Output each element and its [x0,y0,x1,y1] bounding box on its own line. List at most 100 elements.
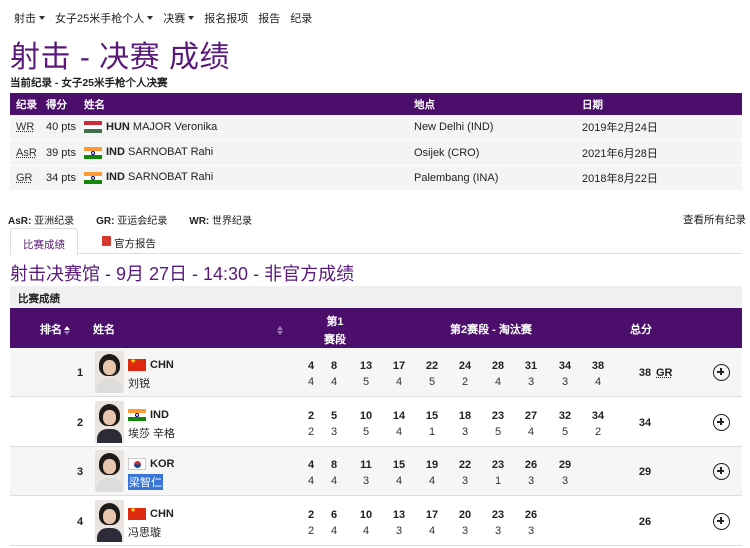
result-noc: CHN [128,359,174,372]
flag-ind-icon [128,409,146,422]
see-all-records-link[interactable]: 查看所有纪录 [683,212,746,227]
header-name-sort[interactable] [275,324,283,336]
flag-ind-icon [84,146,102,159]
cumulative-score: 13 [392,509,406,521]
tab-results[interactable]: 比赛成绩 [10,228,78,256]
flag-chn-icon [128,508,146,521]
series-score: 4 [494,376,502,388]
cumulative-score: 15 [425,410,439,422]
series-score: 3 [527,525,535,537]
expand-plus-icon[interactable] [713,414,730,431]
record-score: 39 pts [46,146,76,159]
result-athlete-name[interactable]: 冯思璇 [128,524,161,540]
nav-item-entries[interactable]: 报名报项 [204,10,248,26]
result-athlete-name[interactable]: 埃莎 辛格 [128,425,175,441]
cumulative-score: 22 [425,360,439,372]
series-score: 4 [428,475,436,487]
cumulative-score: 29 [558,459,572,471]
record-type[interactable]: AsR [16,147,37,159]
cumulative-score: 15 [392,459,406,471]
record-place: New Delhi (IND) [414,121,494,134]
records-header-row: 纪录 得分 姓名 地点 日期 [10,93,742,115]
series-score: 3 [561,376,569,388]
series-score: 3 [527,376,535,388]
cumulative-score: 26 [524,459,538,471]
sort-icon [277,325,283,335]
cumulative-score: 23 [491,410,505,422]
cumulative-score: 2 [307,509,315,521]
series-score: 4 [594,376,602,388]
series-score: 1 [494,475,502,487]
record-date: 2021年6月28日 [582,147,658,160]
series-score: 3 [461,426,469,438]
athlete-photo [95,450,124,492]
series-score: 4 [330,376,338,388]
cumulative-score: 13 [359,360,373,372]
expand-plus-icon[interactable] [713,364,730,381]
record-score: 40 pts [46,121,76,134]
expand-plus-icon[interactable] [713,513,730,530]
cumulative-score: 18 [458,410,472,422]
result-tabs: 比赛成绩 官方报告 [10,228,742,256]
cumulative-score: 31 [524,360,538,372]
record-type[interactable]: WR [16,121,34,133]
cumulative-score: 8 [330,459,338,471]
records-header-score: 得分 [46,98,67,111]
result-athlete-name[interactable]: 刘锐 [128,375,150,391]
nav-item-phase[interactable]: 决赛 [163,10,195,26]
result-row: 2 IND 埃莎 辛格 2 5 10 14 15 18 23 27 32 34 … [10,398,742,447]
cumulative-score: 11 [360,459,372,471]
series-score: 3 [461,525,469,537]
cumulative-score: 38 [591,360,605,372]
caret-down-icon [188,16,195,20]
cumulative-score: 17 [425,509,439,521]
record-athlete: SARNOBAT Rahi [128,146,214,159]
records-header-type: 纪录 [16,98,37,111]
series-score: 4 [330,475,338,487]
athlete-photo [95,401,124,443]
nav-item-reports[interactable]: 报告 [258,10,280,26]
series-score: 5 [362,376,370,388]
records-row: WR 40 pts HUN MAJOR Veronika New Delhi (… [10,115,742,140]
series-score: 4 [395,376,403,388]
record-athlete: SARNOBAT Rahi [128,171,214,184]
result-row: 4 CHN 冯思璇 2 6 10 13 17 20 23 26 2 4 4 3 … [10,497,742,546]
series-score: 5 [561,426,569,438]
series-score: 1 [428,426,436,438]
legend-item-wr: WR: 世界纪录 [189,216,253,227]
header-stage2: 第2赛段 - 淘汰赛 [450,324,532,336]
result-athlete-name[interactable]: 梁智仁 [128,474,163,490]
venue-schedule-line: 射击决赛馆 - 9月 27日 - 14:30 - 非官方成绩 [10,264,355,284]
results-header: 排名 姓名 第1 赛段 第2赛段 - 淘汰赛 总分 [10,308,742,348]
result-rank: 4 [76,516,84,528]
header-rank[interactable]: 排名 [40,321,70,337]
nav-item-event[interactable]: 女子25米手枪个人 [55,10,154,26]
flag-ind-icon [84,171,102,184]
cumulative-score: 32 [558,410,572,422]
tab-official-report[interactable]: 官方报告 [90,228,168,256]
record-badge[interactable]: GR [656,367,673,379]
top-nav: 射击 女子25米手枪个人 决赛 报名报项 报告 纪录 [14,10,322,26]
record-noc: IND [106,146,125,159]
result-row: 1 CHN 刘锐 4 8 13 17 22 24 28 31 34 38 4 4… [10,348,742,397]
nav-item-records[interactable]: 纪录 [290,10,312,26]
series-score: 4 [395,426,403,438]
series-score: 2 [307,426,315,438]
cumulative-score: 14 [392,410,406,422]
legend-item-asr: AsR: 亚洲纪录 [8,216,75,227]
record-place: Palembang (INA) [414,171,499,184]
series-score: 2 [594,426,602,438]
series-score: 3 [561,475,569,487]
expand-plus-icon[interactable] [713,463,730,480]
nav-item-sport[interactable]: 射击 [14,10,45,26]
records-header-date: 日期 [582,98,603,111]
sort-icon [64,325,70,335]
flag-chn-icon [128,359,146,372]
athlete-photo [95,351,124,393]
cumulative-score: 20 [458,509,472,521]
record-type[interactable]: GR [16,172,33,184]
result-total: 29 [638,466,652,478]
series-score: 4 [428,525,436,537]
result-noc: IND [128,409,169,422]
series-score: 3 [395,525,403,537]
